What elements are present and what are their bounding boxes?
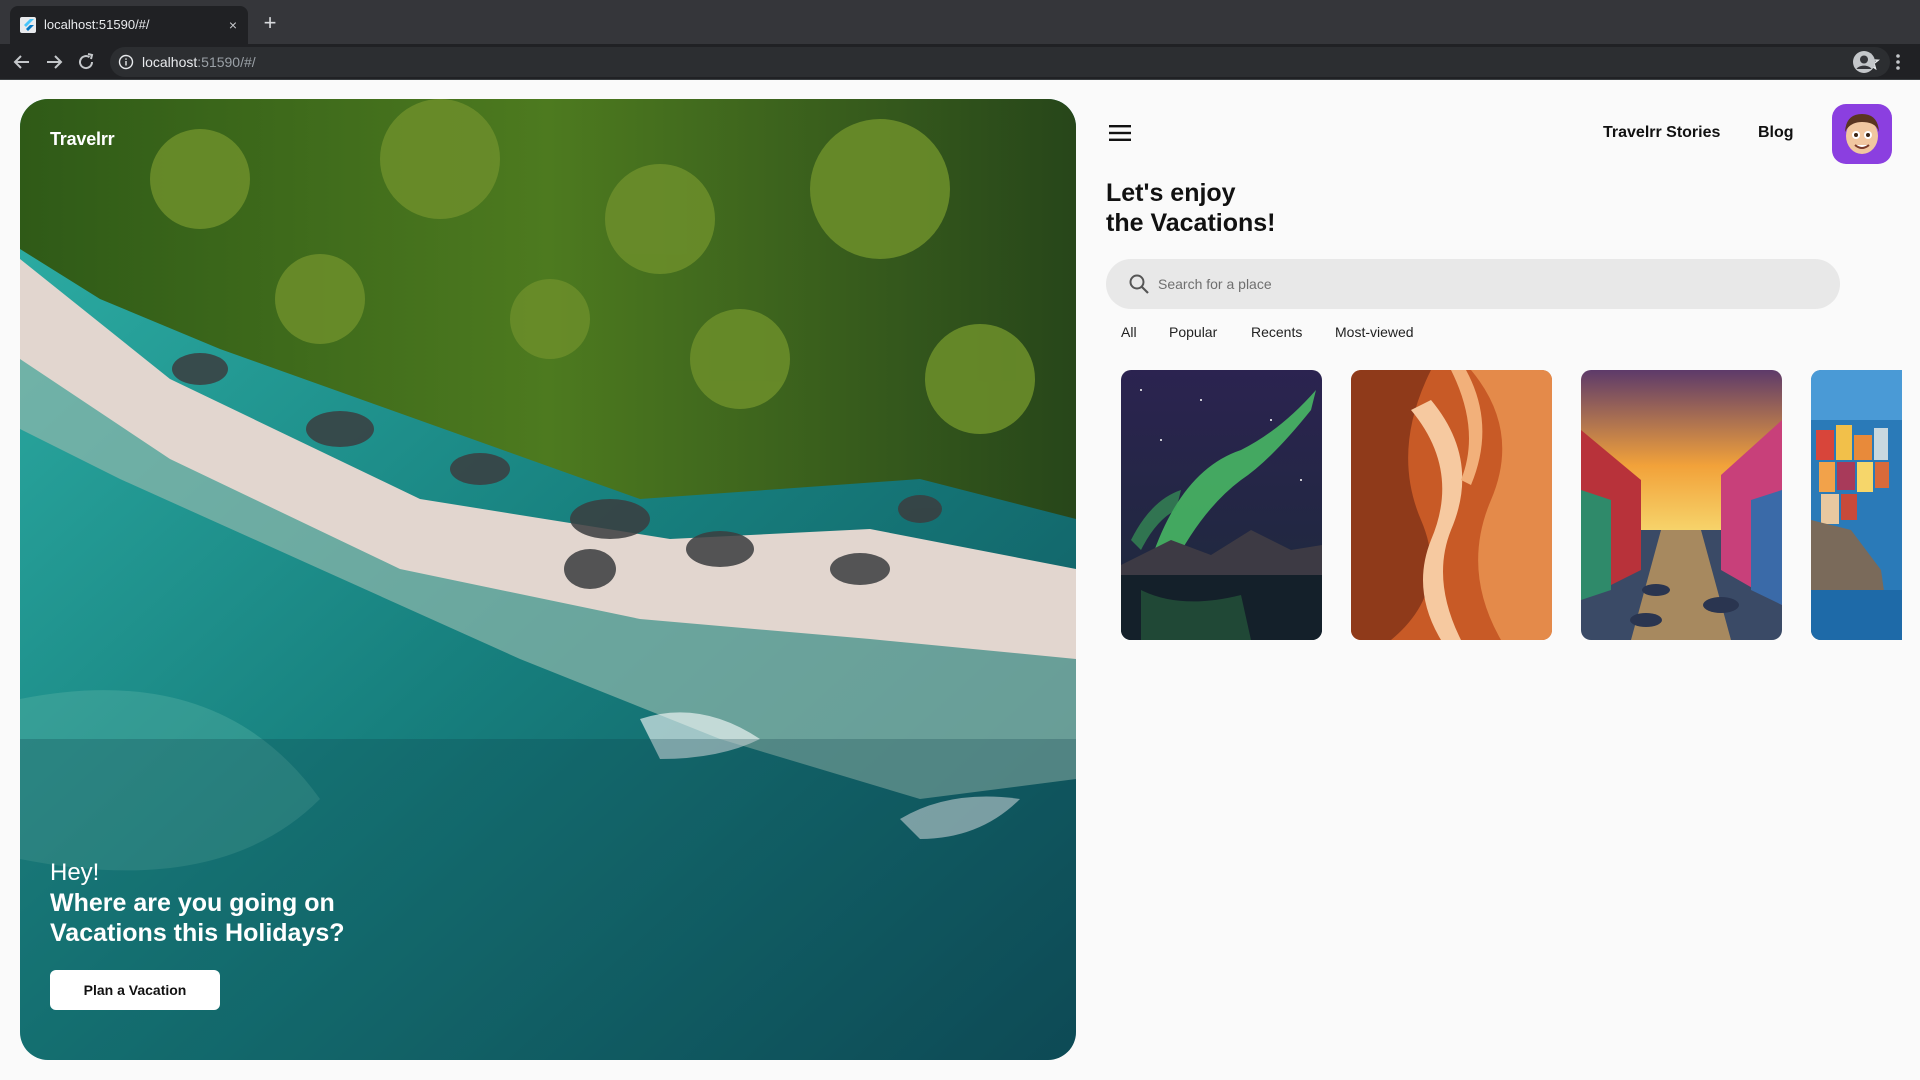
search-bar[interactable] <box>1106 259 1840 309</box>
search-icon <box>1128 273 1150 295</box>
hamburger-menu-icon[interactable] <box>1108 122 1134 144</box>
browser-tab[interactable]: localhost:51590/#/ × <box>10 6 248 44</box>
reload-icon[interactable] <box>74 50 98 74</box>
brand-logo: Travelrr <box>50 129 115 149</box>
hero-question-line-1: Where are you going on <box>50 889 335 917</box>
back-arrow-icon[interactable] <box>10 50 34 74</box>
filter-tab-most-viewed[interactable]: Most-viewed <box>1335 324 1414 340</box>
profile-icon[interactable] <box>1852 50 1876 74</box>
browser-menu-icon[interactable] <box>1888 50 1908 74</box>
tab-close-icon[interactable]: × <box>224 16 242 34</box>
user-avatar[interactable] <box>1832 104 1892 164</box>
new-tab-icon[interactable]: + <box>258 12 282 36</box>
nav-link-travelrr-stories[interactable]: Travelrr Stories <box>1603 124 1720 142</box>
filter-tab-recents[interactable]: Recents <box>1251 324 1302 340</box>
app-page: Travelrr Hey! Where are you going on Vac… <box>0 80 1920 1080</box>
page-headline-line-2: the Vacations! <box>1106 209 1276 237</box>
canyon-card[interactable] <box>1351 370 1552 640</box>
hero-greeting: Hey! <box>50 859 100 886</box>
aurora-card[interactable] <box>1121 370 1322 640</box>
destination-gallery <box>1120 370 1902 642</box>
site-info-icon[interactable] <box>118 54 134 70</box>
flutter-favicon-icon <box>20 17 36 33</box>
canal-card[interactable] <box>1581 370 1782 640</box>
hero-question-line-2: Vacations this Holidays? <box>50 919 345 947</box>
canyon-image <box>1351 370 1552 640</box>
nav-link-blog[interactable]: Blog <box>1758 124 1794 142</box>
browser-tab-strip: localhost:51590/#/ × + <box>0 0 1920 44</box>
address-bar[interactable]: localhost:51590/#/ <box>110 47 1890 77</box>
forward-arrow-icon[interactable] <box>42 50 66 74</box>
filter-tab-all[interactable]: All <box>1121 324 1137 340</box>
coastal-village-card[interactable] <box>1811 370 1902 640</box>
aurora-image <box>1121 370 1322 640</box>
page-headline-line-1: Let's enjoy <box>1106 179 1236 207</box>
url-text: localhost:51590/#/ <box>142 54 256 70</box>
browser-toolbar: localhost:51590/#/ <box>0 44 1920 80</box>
hero-panel: Travelrr Hey! Where are you going on Vac… <box>20 99 1076 1060</box>
canal-image <box>1581 370 1782 640</box>
tab-title: localhost:51590/#/ <box>44 17 150 32</box>
plan-vacation-button[interactable]: Plan a Vacation <box>50 970 220 1010</box>
village-image <box>1811 370 1902 640</box>
search-input[interactable] <box>1158 271 1808 297</box>
filter-tab-popular[interactable]: Popular <box>1169 324 1217 340</box>
